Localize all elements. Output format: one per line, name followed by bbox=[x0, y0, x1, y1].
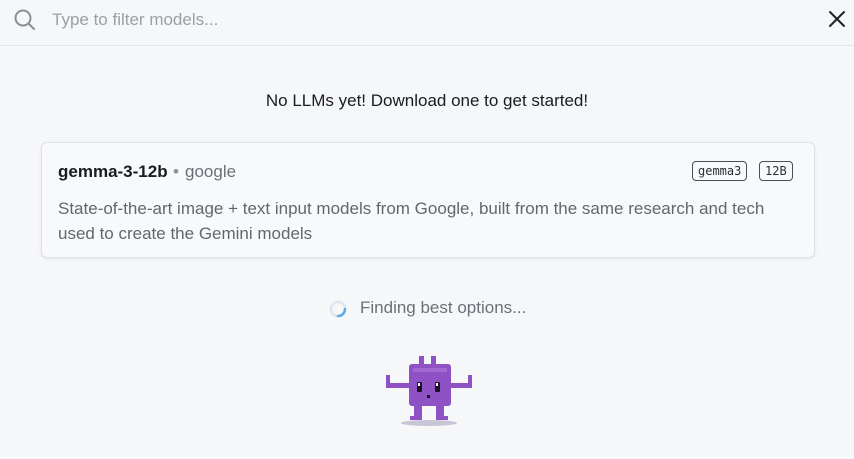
model-name: gemma-3-12b bbox=[58, 162, 168, 181]
model-separator: • bbox=[173, 162, 179, 181]
model-description: State-of-the-art image + text input mode… bbox=[58, 199, 765, 243]
search-icon bbox=[14, 9, 35, 30]
mascot-robot-icon bbox=[386, 356, 472, 426]
search-input[interactable] bbox=[52, 6, 752, 34]
model-card-gemma-3-12b[interactable]: gemma-3-12b • google gemma3 12B State-of… bbox=[41, 142, 815, 258]
close-icon[interactable] bbox=[826, 8, 848, 30]
empty-state-title: No LLMs yet! Download one to get started… bbox=[265, 91, 589, 110]
model-size-tag: 12B bbox=[759, 161, 793, 181]
model-arch-tag: gemma3 bbox=[692, 161, 748, 181]
model-author: google bbox=[185, 162, 237, 181]
search-bar bbox=[0, 0, 854, 46]
loading-text: Finding best options... bbox=[360, 298, 527, 317]
loading-spinner-icon bbox=[329, 300, 347, 318]
